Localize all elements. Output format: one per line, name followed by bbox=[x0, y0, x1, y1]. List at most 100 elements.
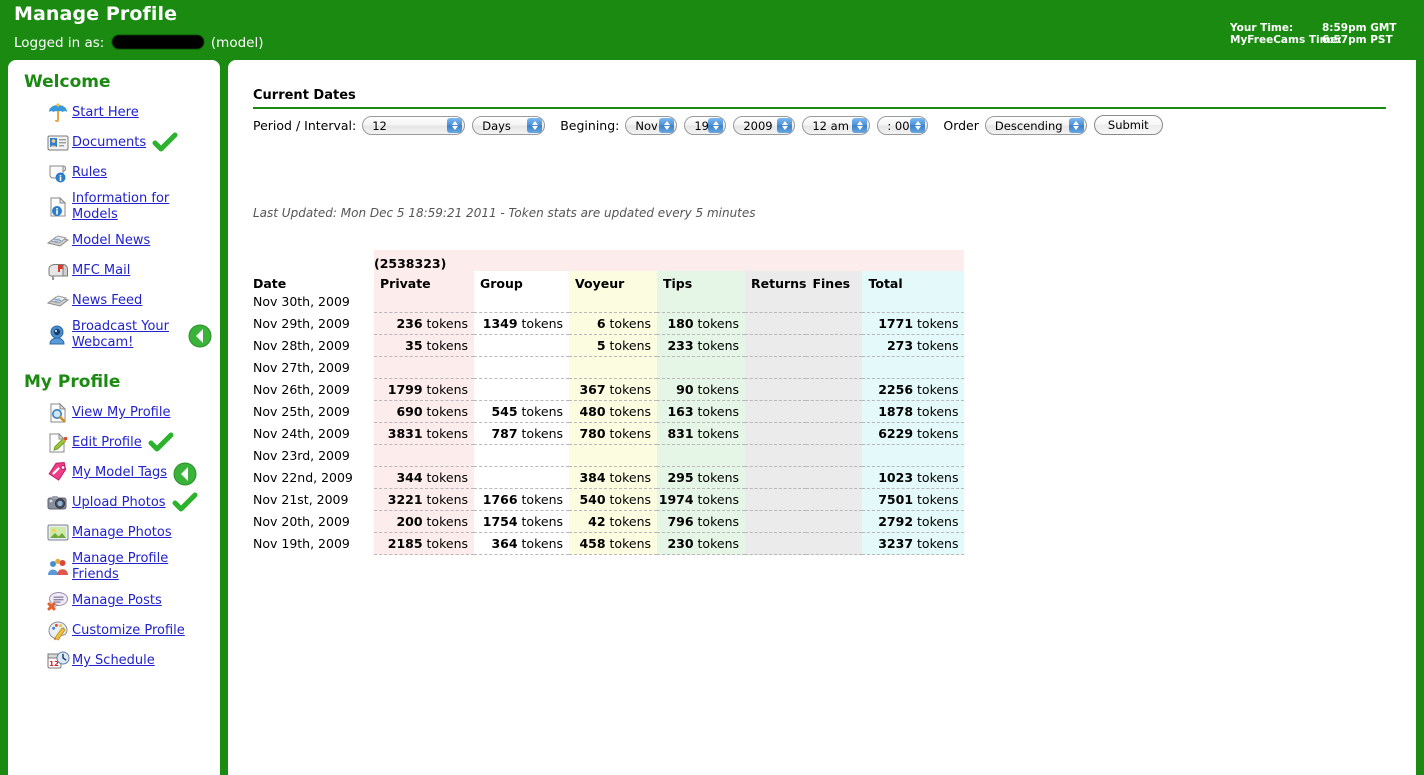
sidebar-item-mfc-mail[interactable]: MFC Mail bbox=[8, 256, 220, 286]
cell-fines bbox=[806, 312, 863, 335]
stepper-icon[interactable] bbox=[447, 117, 463, 133]
cell-private: 200 tokens bbox=[374, 510, 474, 533]
sidebar-item-label[interactable]: Manage Photos bbox=[72, 525, 172, 541]
sidebar-item-manage-photos[interactable]: Manage Photos bbox=[8, 518, 220, 548]
status-arrow-icon bbox=[188, 324, 214, 348]
hour-select[interactable]: 12 am bbox=[802, 115, 871, 135]
cell-fines bbox=[806, 488, 863, 511]
cell-total: 3237 tokens bbox=[862, 532, 965, 555]
sidebar-item-news-feed[interactable]: News Feed bbox=[8, 286, 220, 316]
sidebar-item-label[interactable]: Manage Profile Friends bbox=[72, 551, 192, 583]
status-check-icon bbox=[172, 492, 198, 514]
minute-select[interactable]: : 00 bbox=[877, 115, 929, 135]
sidebar-item-customize-profile[interactable]: Customize Profile bbox=[8, 616, 220, 646]
cell-group bbox=[474, 444, 569, 467]
sidebar-item-my-schedule[interactable]: 12 My Schedule bbox=[8, 646, 220, 676]
cell-fines bbox=[806, 334, 863, 357]
period-select[interactable]: 12 bbox=[362, 115, 466, 135]
sidebar-item-information-for-models[interactable]: Information for Models bbox=[8, 188, 220, 226]
cell-voyeur: 367 tokens bbox=[569, 378, 657, 401]
sidebar-item-label[interactable]: Start Here bbox=[72, 105, 139, 121]
stepper-icon[interactable] bbox=[659, 117, 675, 133]
stepper-icon[interactable] bbox=[910, 117, 926, 133]
sidebar-item-rules[interactable]: Rules bbox=[8, 158, 220, 188]
comment-delete-icon bbox=[46, 589, 70, 613]
day-select-value: 19 bbox=[694, 118, 709, 133]
year-select[interactable]: 2009 bbox=[733, 115, 796, 135]
cell-returns bbox=[745, 422, 807, 445]
cell-returns bbox=[745, 466, 807, 489]
sidebar-item-label[interactable]: Upload Photos bbox=[72, 495, 166, 511]
cell-returns bbox=[745, 400, 807, 423]
sidebar-item-label[interactable]: Manage Posts bbox=[72, 593, 162, 609]
sidebar-item-label[interactable]: Information for Models bbox=[72, 191, 192, 223]
sidebar-item-label[interactable]: Customize Profile bbox=[72, 623, 185, 639]
cell-fines bbox=[806, 378, 863, 401]
cell-group bbox=[474, 378, 569, 401]
cell-total: 1878 tokens bbox=[862, 400, 965, 423]
sidebar-item-documents[interactable]: Documents bbox=[8, 128, 220, 158]
sidebar-item-start-here[interactable]: Start Here bbox=[8, 98, 220, 128]
cell-voyeur: 540 tokens bbox=[569, 488, 657, 511]
cell-voyeur bbox=[569, 291, 657, 313]
sidebar-item-label[interactable]: View My Profile bbox=[72, 405, 170, 421]
sidebar-item-label[interactable]: Model News bbox=[72, 233, 150, 249]
sidebar-item-manage-profile-friends[interactable]: Manage Profile Friends bbox=[8, 548, 220, 586]
your-time-row: Your Time: 8:59pm GMT bbox=[1230, 22, 1412, 34]
col-header-date: Date bbox=[253, 276, 287, 291]
cell-date: Nov 21st, 2009 bbox=[253, 492, 349, 507]
col-header-returns: Returns bbox=[751, 276, 807, 291]
sidebar-item-label[interactable]: Edit Profile bbox=[72, 435, 142, 451]
sidebar-item-label[interactable]: News Feed bbox=[72, 293, 142, 309]
cell-private: 236 tokens bbox=[374, 312, 474, 335]
your-time-label: Your Time: bbox=[1230, 22, 1294, 34]
sidebar-item-view-my-profile[interactable]: View My Profile bbox=[8, 398, 220, 428]
cell-date: Nov 30th, 2009 bbox=[253, 294, 350, 310]
sidebar-item-label[interactable]: Documents bbox=[72, 135, 146, 151]
sidebar-item-model-news[interactable]: Model News bbox=[8, 226, 220, 256]
cell-returns bbox=[745, 378, 807, 401]
clock-block: Your Time: 8:59pm GMT MyFreeCams Time:6:5… bbox=[1230, 22, 1412, 46]
cell-returns bbox=[745, 488, 807, 511]
sidebar-item-label[interactable]: My Schedule bbox=[72, 653, 155, 669]
cell-returns bbox=[745, 334, 807, 357]
table-row: Nov 26th, 2009 1799 tokens 367 tokens 90 to… bbox=[253, 378, 965, 401]
stepper-icon[interactable] bbox=[777, 117, 793, 133]
sidebar-item-label[interactable]: MFC Mail bbox=[72, 263, 130, 279]
cell-group: 1766 tokens bbox=[474, 488, 569, 511]
stepper-icon[interactable] bbox=[527, 117, 543, 133]
sidebar-item-upload-photos[interactable]: Upload Photos bbox=[8, 488, 220, 518]
webcam-icon bbox=[46, 323, 70, 347]
col-header-private: Private bbox=[380, 276, 431, 291]
sidebar-item-broadcast-your-webcam[interactable]: Broadcast Your Webcam! bbox=[8, 316, 220, 354]
page-magnifier-icon bbox=[46, 401, 70, 425]
order-select[interactable]: Descending bbox=[984, 115, 1087, 135]
cell-tips: 163 tokens bbox=[657, 400, 745, 423]
interval-unit-select[interactable]: Days bbox=[472, 115, 546, 135]
cell-date: Nov 19th, 2009 bbox=[253, 536, 350, 551]
cell-total bbox=[862, 444, 965, 467]
cell-date: Nov 28th, 2009 bbox=[253, 338, 350, 353]
cell-returns bbox=[745, 356, 807, 379]
sidebar-item-edit-profile[interactable]: Edit Profile bbox=[8, 428, 220, 458]
check-mark-icon bbox=[148, 432, 174, 452]
submit-button[interactable]: Submit bbox=[1093, 115, 1163, 135]
interval-unit-value: Days bbox=[482, 118, 511, 133]
month-select[interactable]: Nov bbox=[625, 115, 678, 135]
sidebar-item-label[interactable]: Rules bbox=[72, 165, 107, 181]
day-select[interactable]: 19 bbox=[684, 115, 727, 135]
stepper-icon[interactable] bbox=[852, 117, 868, 133]
token-count-spacer bbox=[253, 250, 374, 271]
logged-in-prefix: Logged in as: bbox=[14, 35, 105, 51]
cell-voyeur: 384 tokens bbox=[569, 466, 657, 489]
token-count-value: (2538323) bbox=[374, 256, 447, 271]
cell-total: 7501 tokens bbox=[862, 488, 965, 511]
date-filter-form: Period / Interval: 12 Days Begining: Nov… bbox=[253, 108, 1163, 142]
sidebar-item-my-model-tags[interactable]: My Model Tags bbox=[8, 458, 220, 488]
sidebar-item-label[interactable]: My Model Tags bbox=[72, 465, 167, 481]
sidebar-item-label[interactable]: Broadcast Your Webcam! bbox=[72, 319, 182, 351]
sidebar-item-manage-posts[interactable]: Manage Posts bbox=[8, 586, 220, 616]
stepper-icon[interactable] bbox=[708, 117, 724, 133]
calendar-clock-icon: 12 bbox=[46, 649, 70, 673]
stepper-icon[interactable] bbox=[1068, 117, 1084, 133]
